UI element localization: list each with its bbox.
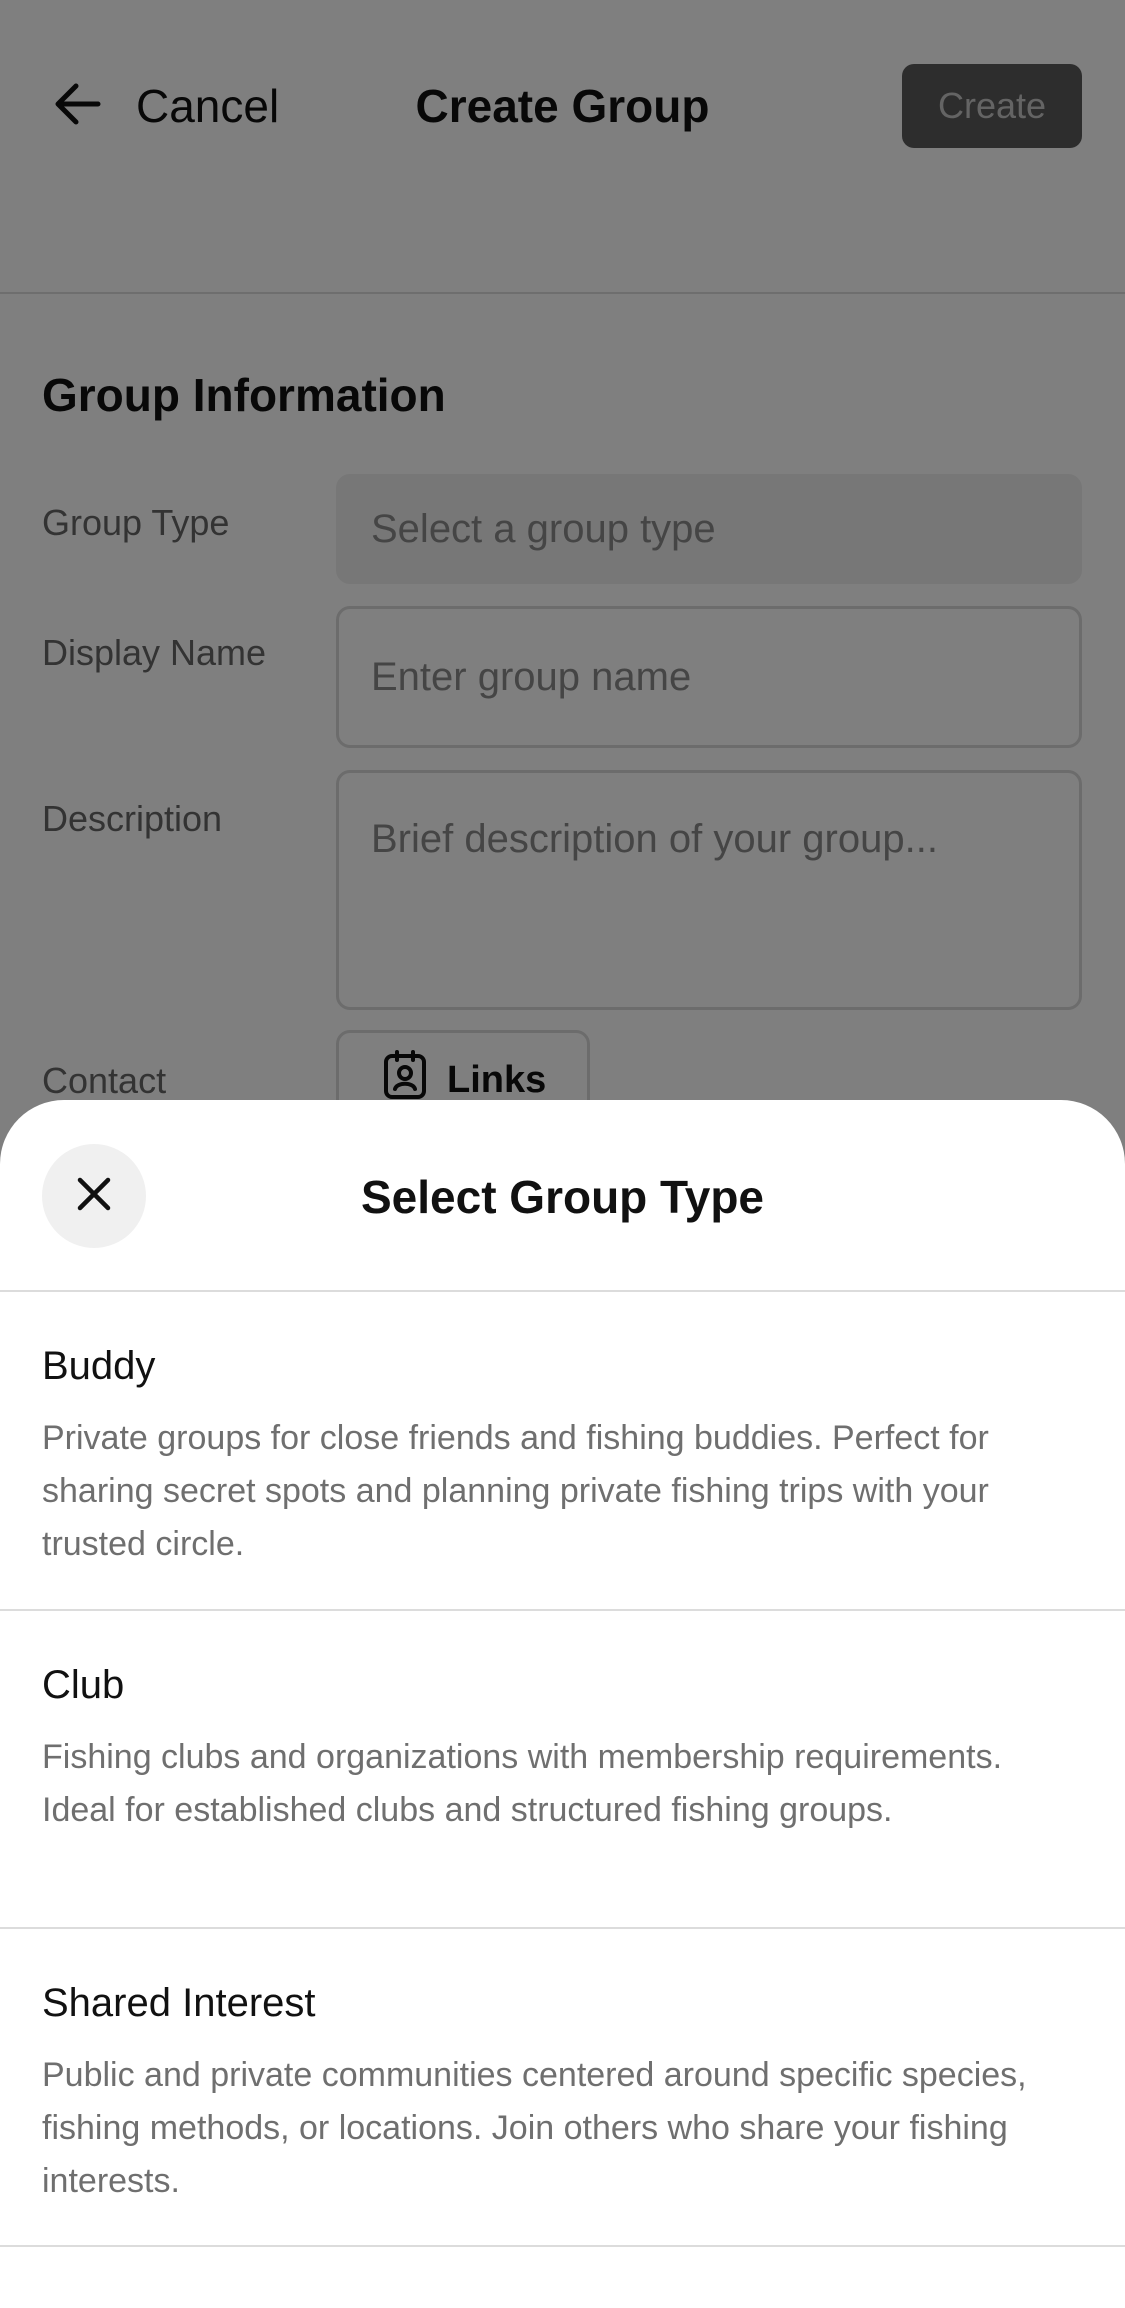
option-title: Shared Interest <box>42 1981 316 2025</box>
option-title: Club <box>42 1663 125 1707</box>
option-club[interactable]: Club Fishing clubs and organizations wit… <box>0 1611 1125 1929</box>
sheet-title: Select Group Type <box>360 1171 765 1223</box>
group-type-sheet: Select Group Type Buddy Private groups f… <box>0 1100 1125 2308</box>
option-title: Buddy <box>42 1344 156 1388</box>
option-description: Public and private communities centered … <box>42 2056 1027 2200</box>
option-description: Fishing clubs and organizations with mem… <box>42 1738 1003 1829</box>
option-description: Private groups for close friends and fis… <box>42 1419 989 1563</box>
option-shared-interest[interactable]: Shared Interest Public and private commu… <box>0 1929 1125 2247</box>
option-buddy[interactable]: Buddy Private groups for close friends a… <box>0 1292 1125 1611</box>
